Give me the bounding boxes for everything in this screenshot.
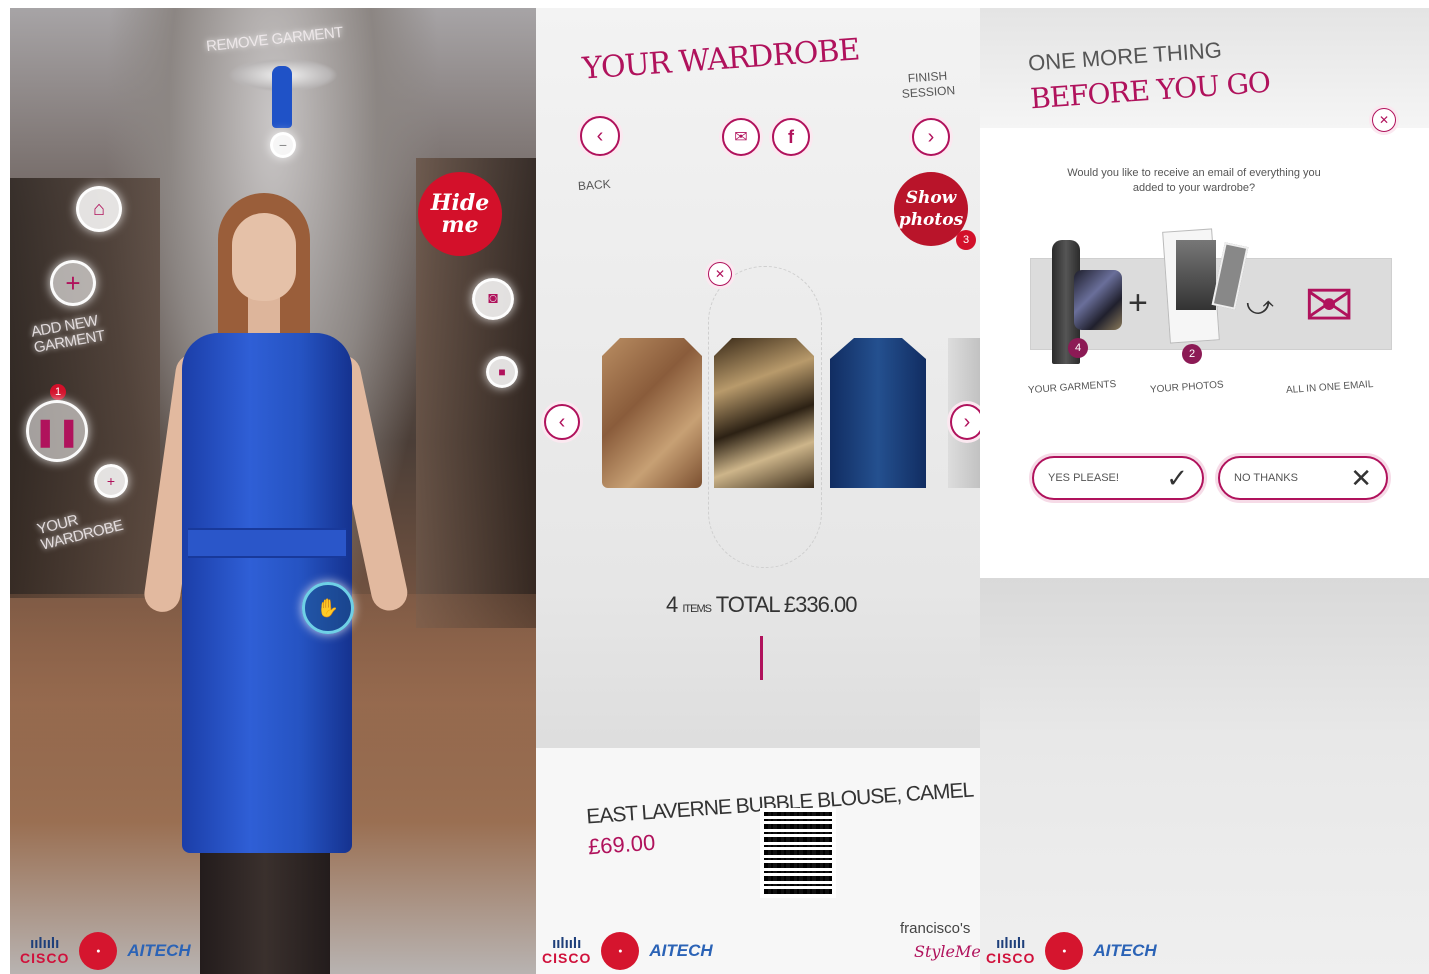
envelope-icon: ✉ xyxy=(734,129,748,146)
carousel-prev-button[interactable]: ‹ xyxy=(544,404,580,440)
user-legs xyxy=(200,848,330,974)
arrow-icon: ⤻ xyxy=(1246,290,1274,320)
envelope-icon: ✉ xyxy=(1304,272,1355,339)
dress-belt xyxy=(188,528,346,558)
facebook-icon: f xyxy=(788,126,794,147)
garment-cardigan[interactable] xyxy=(602,338,702,488)
close-dialog-button[interactable]: ✕ xyxy=(1372,108,1396,132)
photo-button[interactable]: ◙ xyxy=(472,278,514,320)
cisco-bars-icon: ıılıılı xyxy=(996,935,1026,952)
yes-please-button[interactable]: YES PLEASE! ✓ xyxy=(1032,456,1204,500)
back-button[interactable]: ‹ xyxy=(580,116,620,156)
garments-count-badge: 4 xyxy=(1068,338,1088,358)
sponsor-logos-dialog: ıılıılı CISCO ● AITECH xyxy=(986,932,1157,970)
product-qr-code xyxy=(760,808,836,898)
hand-cursor[interactable]: ✋ xyxy=(302,582,354,634)
home-icon: ⌂ xyxy=(92,197,106,220)
no-thanks-button[interactable]: NO THANKS ✕ xyxy=(1218,456,1388,500)
cisco-bars-icon: ıılıılı xyxy=(552,935,582,952)
bag-icon: ■ xyxy=(498,365,506,379)
back-label: BACK xyxy=(577,176,612,194)
hand-icon: ✋ xyxy=(316,597,340,618)
cisco-logo: ıılıılı CISCO xyxy=(542,935,592,966)
sponsor-logos: ıılıılı CISCO ● AITECH xyxy=(20,932,191,970)
red-circle-logo: ● xyxy=(1045,932,1084,970)
total-value: £336.00 xyxy=(783,592,858,617)
summary-top xyxy=(1074,270,1122,330)
checkmark-icon: ✓ xyxy=(1166,462,1188,493)
home-button[interactable]: ⌂ xyxy=(76,186,122,232)
mirror-panel: REMOVE GARMENT − ⌂ + ADD NEW GARMENT 1 ❚… xyxy=(10,8,536,974)
aitech-logo: AITECH xyxy=(1093,941,1157,960)
removed-garment-thumbnail[interactable] xyxy=(272,66,292,128)
wardrobe-button[interactable]: + xyxy=(94,464,128,498)
chevron-left-icon: ‹ xyxy=(558,410,566,433)
photos-count-badge: 2 xyxy=(1182,344,1202,364)
items-count: 4 xyxy=(666,592,678,617)
pause-button[interactable]: ❚❚ xyxy=(26,400,88,462)
hanger-icon: + xyxy=(106,473,116,489)
yes-label: YES PLEASE! xyxy=(1048,472,1119,484)
cisco-text: CISCO xyxy=(986,950,1036,966)
dimmed-background xyxy=(980,578,1429,974)
pause-badge: 1 xyxy=(50,384,66,400)
before-you-go-panel: ONE MORE THING BEFORE YOU GO ✕ Would you… xyxy=(980,8,1429,974)
qr-pattern xyxy=(764,812,832,894)
email-button[interactable]: ✉ xyxy=(722,118,760,156)
chevron-right-icon: › xyxy=(963,410,971,433)
wardrobe-panel: YOUR WARDROBE FINISH SESSION ‹ BACK ✉ f … xyxy=(536,8,980,974)
email-question: Would you like to receive an email of ev… xyxy=(1067,167,1321,194)
remove-item-button[interactable]: ✕ xyxy=(708,262,732,286)
chevron-right-icon: › xyxy=(927,125,935,148)
pause-icon: ❚❚ xyxy=(33,415,81,447)
mirror-user xyxy=(142,193,460,974)
user-face xyxy=(232,213,296,301)
chevron-left-icon: ‹ xyxy=(596,124,604,147)
x-icon: ✕ xyxy=(1350,462,1372,493)
camera-icon: ◙ xyxy=(488,290,498,307)
red-circle-logo: ● xyxy=(601,932,640,970)
carousel-next-button[interactable]: › xyxy=(950,404,980,440)
share-button[interactable]: ■ xyxy=(486,356,518,388)
close-icon: ✕ xyxy=(1378,113,1390,127)
garment-bubble-blouse[interactable] xyxy=(714,338,814,488)
minus-icon[interactable]: − xyxy=(270,132,296,158)
add-garment-button[interactable]: + xyxy=(50,260,96,306)
cisco-logo: ıılıılı CISCO xyxy=(986,935,1036,966)
cisco-bars-icon: ıılıılı xyxy=(30,935,60,952)
photo-count-badge: 3 xyxy=(956,230,976,250)
plus-icon: + xyxy=(65,267,81,298)
aitech-logo: AITECH xyxy=(649,941,713,960)
scroll-indicator[interactable] xyxy=(760,636,763,680)
wardrobe-summary: 4 ITEMS TOTAL £336.00 xyxy=(666,592,858,618)
summary-photo-image xyxy=(1176,240,1216,310)
product-price: £69.00 xyxy=(587,829,657,860)
brand-prefix: francisco's xyxy=(900,920,971,937)
aitech-logo: AITECH xyxy=(127,941,191,960)
brand-name-text: StyleMe xyxy=(914,942,980,961)
finish-session-button[interactable]: › xyxy=(912,118,950,156)
red-circle-logo: ● xyxy=(79,932,118,970)
cisco-text: CISCO xyxy=(20,950,70,966)
no-label: NO THANKS xyxy=(1234,472,1298,484)
items-label: ITEMS xyxy=(682,603,712,615)
plus-icon: + xyxy=(1128,284,1148,322)
sponsor-logos-wardrobe: ıılıılı CISCO ● AITECH xyxy=(542,932,713,970)
facebook-button[interactable]: f xyxy=(772,118,810,156)
finish-session-label: FINISH SESSION xyxy=(901,68,956,101)
cisco-text: CISCO xyxy=(542,950,592,966)
brand-name: StyleMe™ xyxy=(914,942,980,961)
total-label: TOTAL xyxy=(715,592,780,617)
cisco-logo: ıılıılı CISCO xyxy=(20,935,70,966)
close-icon: ✕ xyxy=(714,267,726,281)
garment-blue-coat[interactable] xyxy=(830,338,926,488)
